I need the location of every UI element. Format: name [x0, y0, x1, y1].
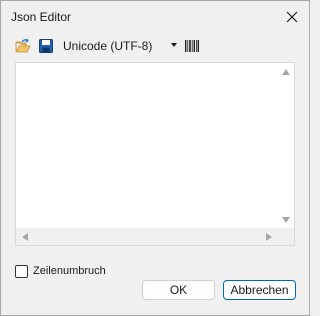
title-bar: Json Editor	[1, 1, 309, 33]
horizontal-scrollbar[interactable]	[16, 228, 278, 245]
open-button[interactable]	[14, 37, 32, 55]
toolbar: Unicode (UTF-8)	[1, 34, 309, 58]
chevron-down-icon	[171, 43, 177, 47]
scroll-down-icon[interactable]	[282, 217, 290, 223]
ok-button[interactable]: OK	[142, 280, 215, 300]
close-icon	[286, 11, 298, 23]
json-editor-dialog: Json Editor Unicode (UTF-8) Zeilenumbruc…	[0, 0, 310, 316]
open-folder-icon	[15, 38, 31, 53]
window-title: Json Editor	[11, 10, 72, 24]
scroll-up-icon[interactable]	[282, 69, 290, 75]
word-wrap-checkbox[interactable]	[15, 265, 28, 278]
encoding-select[interactable]: Unicode (UTF-8)	[58, 36, 180, 56]
barcode-button[interactable]	[183, 37, 201, 55]
scrollbar-corner	[277, 228, 294, 245]
json-text-editor[interactable]	[15, 62, 295, 246]
save-icon	[39, 39, 53, 53]
cancel-button[interactable]: Abbrechen	[223, 280, 296, 300]
word-wrap-label[interactable]: Zeilenumbruch	[33, 265, 106, 277]
scroll-right-icon[interactable]	[266, 233, 272, 241]
close-button[interactable]	[279, 5, 305, 29]
scroll-left-icon[interactable]	[22, 233, 28, 241]
encoding-value: Unicode (UTF-8)	[63, 39, 153, 53]
vertical-scrollbar[interactable]	[277, 63, 294, 229]
editor-text-area[interactable]	[16, 63, 278, 229]
save-button[interactable]	[37, 37, 55, 55]
barcode-icon	[185, 40, 199, 52]
